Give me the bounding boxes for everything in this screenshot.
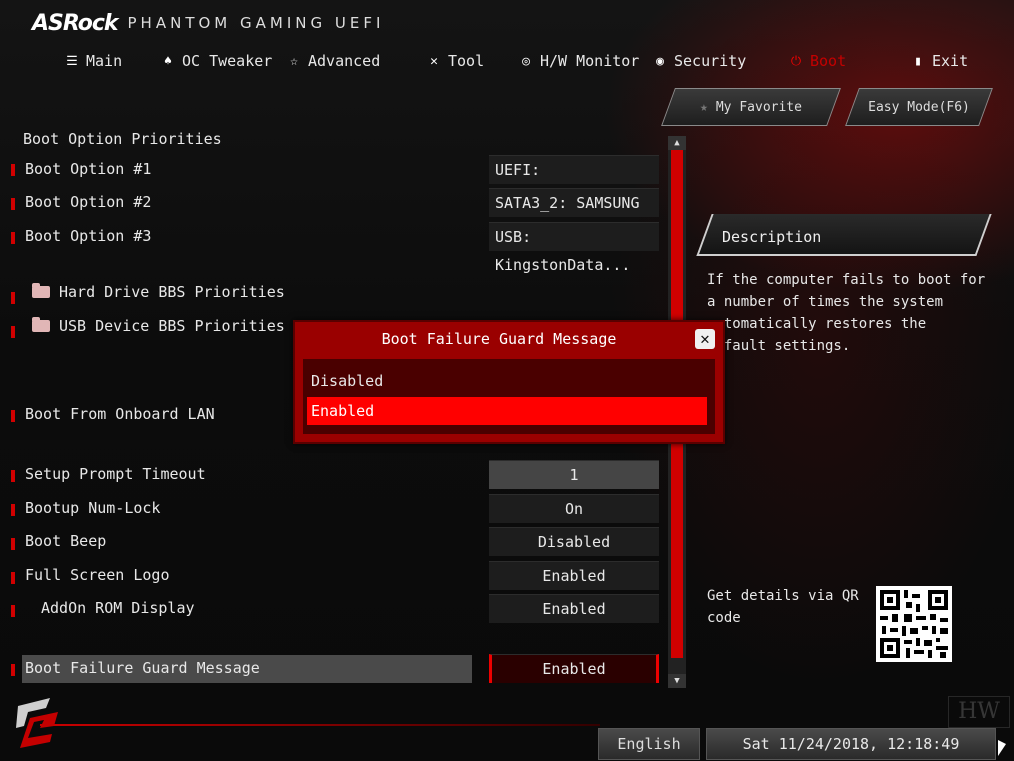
section-title: Boot Option Priorities <box>23 130 222 148</box>
close-icon[interactable]: ✕ <box>695 329 715 349</box>
flame-icon: ♠ <box>164 53 172 69</box>
tab-advanced[interactable]: ☆ Advanced <box>286 48 380 74</box>
my-favorite-button[interactable]: ★ My Favorite <box>661 88 841 126</box>
full-screen-logo-label[interactable]: Full Screen Logo <box>25 564 170 586</box>
row-marker <box>11 572 15 584</box>
option-disabled[interactable]: Disabled <box>307 367 707 395</box>
qr-caption: Get details via QR code <box>707 588 859 626</box>
brand-subtitle: PHANTOM GAMING UEFI <box>127 14 385 32</box>
setup-prompt-label[interactable]: Setup Prompt Timeout <box>25 463 206 485</box>
boot-option-1-value[interactable]: UEFI: KingstonDat... <box>489 155 659 207</box>
boot-option-2-label[interactable]: Boot Option #2 <box>25 191 151 213</box>
row-marker <box>11 538 15 550</box>
popup-options: Disabled Enabled <box>303 359 715 434</box>
row-marker <box>11 410 15 422</box>
row-marker <box>11 504 15 516</box>
addon-rom-label[interactable]: AddOn ROM Display <box>41 597 195 619</box>
description-header: Description <box>696 214 992 256</box>
usb-bbs-priorities[interactable]: USB Device BBS Priorities <box>32 315 285 337</box>
boot-option-2-value[interactable]: SATA3_2: SAMSUNG ... <box>489 188 659 240</box>
shield-icon: ◉ <box>656 53 664 69</box>
row-marker <box>11 326 15 338</box>
exit-icon: ▮ <box>914 53 922 69</box>
boot-beep-value[interactable]: Disabled <box>489 527 659 556</box>
asrock-logo: ASRock <box>32 10 119 36</box>
tab-label: Exit <box>932 52 969 70</box>
main-nav: ☰ Main ♠ OC Tweaker ☆ Advanced ✕ Tool ◎ … <box>0 48 1014 74</box>
tab-tool[interactable]: ✕ Tool <box>426 48 484 74</box>
tab-security[interactable]: ◉ Security <box>652 48 746 74</box>
row-marker <box>11 470 15 482</box>
tab-label: Tool <box>448 52 485 70</box>
tab-label: OC Tweaker <box>182 52 273 70</box>
description-title: Description <box>722 228 822 246</box>
tab-label: Security <box>674 52 747 70</box>
easy-mode-button[interactable]: Easy Mode(F6) <box>845 88 993 126</box>
power-icon: ⏻ <box>790 53 802 69</box>
brand-header: ASRock PHANTOM GAMING UEFI <box>32 10 384 36</box>
tab-oc-tweaker[interactable]: ♠ OC Tweaker <box>160 48 272 74</box>
easy-mode-label: Easy Mode(F6) <box>868 99 970 115</box>
addon-rom-value[interactable]: Enabled <box>489 594 659 623</box>
phantom-gaming-logo-icon <box>10 692 70 752</box>
tools-icon: ✕ <box>430 53 438 69</box>
mouse-cursor-icon <box>998 740 1006 756</box>
watermark-logo: HW <box>948 696 1010 728</box>
row-marker <box>11 164 15 176</box>
monitor-icon: ◎ <box>522 53 530 69</box>
boot-failure-guard-label[interactable]: Boot Failure Guard Message <box>25 657 260 679</box>
boot-failure-guard-value[interactable]: Enabled <box>489 654 659 683</box>
tab-label: H/W Monitor <box>540 52 640 70</box>
numlock-value[interactable]: On <box>489 494 659 523</box>
row-marker <box>11 664 15 676</box>
tab-exit[interactable]: ▮ Exit <box>910 48 968 74</box>
popup-title: Boot Failure Guard Message <box>381 330 617 348</box>
boot-option-3-value[interactable]: USB: KingstonData... <box>489 222 659 274</box>
list-icon: ☰ <box>66 53 78 69</box>
row-marker <box>11 605 15 617</box>
boot-failure-guard-popup: Boot Failure Guard Message ✕ Disabled En… <box>293 320 725 444</box>
hdd-bbs-label: Hard Drive BBS Priorities <box>59 283 285 301</box>
hdd-bbs-priorities[interactable]: Hard Drive BBS Priorities <box>32 281 285 303</box>
tab-label: Advanced <box>308 52 381 70</box>
boot-beep-label[interactable]: Boot Beep <box>25 530 106 552</box>
full-screen-logo-value[interactable]: Enabled <box>489 561 659 590</box>
tab-main[interactable]: ☰ Main <box>64 48 122 74</box>
tab-label: Main <box>86 52 123 70</box>
qr-code-icon <box>876 586 952 662</box>
folder-icon <box>32 283 50 298</box>
tab-hw-monitor[interactable]: ◎ H/W Monitor <box>518 48 639 74</box>
language-selector[interactable]: English <box>598 728 700 760</box>
row-marker <box>11 232 15 244</box>
onboard-lan-label[interactable]: Boot From Onboard LAN <box>25 403 215 425</box>
datetime-display: Sat 11/24/2018, 12:18:49 <box>706 728 996 760</box>
setup-prompt-value[interactable]: 1 <box>489 460 659 489</box>
option-enabled[interactable]: Enabled <box>307 397 707 425</box>
boot-option-3-label[interactable]: Boot Option #3 <box>25 225 151 247</box>
description-text: If the computer fails to boot for a numb… <box>707 272 986 354</box>
boot-option-1-label[interactable]: Boot Option #1 <box>25 158 151 180</box>
tab-boot[interactable]: ⏻ Boot <box>788 48 846 74</box>
my-favorite-label: My Favorite <box>715 99 802 115</box>
tab-label: Boot <box>810 52 847 70</box>
row-marker <box>11 292 15 304</box>
row-marker <box>11 198 15 210</box>
star-icon: ★ <box>700 99 708 115</box>
numlock-label[interactable]: Bootup Num-Lock <box>25 497 160 519</box>
footer-accent-line <box>40 724 600 726</box>
folder-icon <box>32 317 50 332</box>
scroll-down-icon[interactable]: ▼ <box>668 674 686 688</box>
star-icon: ☆ <box>290 53 298 69</box>
scroll-up-icon[interactable]: ▲ <box>668 136 686 150</box>
usb-bbs-label: USB Device BBS Priorities <box>59 317 285 335</box>
